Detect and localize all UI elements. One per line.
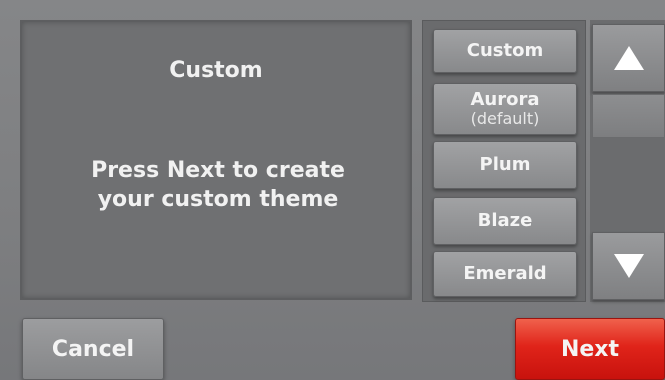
preview-title: Custom (169, 58, 263, 83)
theme-option-label: Plum (479, 154, 531, 175)
theme-option-label: Aurora (470, 89, 540, 110)
next-button[interactable]: Next (515, 318, 665, 380)
scroll-down-button[interactable] (592, 232, 665, 300)
theme-option-custom[interactable]: Custom (433, 29, 577, 73)
theme-option-emerald[interactable]: Emerald (433, 251, 577, 297)
theme-option-plum[interactable]: Plum (433, 141, 577, 189)
thermostat-screen: Custom Press Next to create your custom … (0, 0, 665, 380)
theme-option-label: Emerald (463, 263, 547, 284)
preview-message-line-1: Press Next to create (91, 158, 345, 183)
theme-preview-panel: Custom Press Next to create your custom … (20, 20, 412, 300)
theme-list-scrollbar[interactable] (590, 20, 665, 302)
triangle-down-icon (613, 254, 644, 278)
preview-message-line-2: your custom theme (97, 187, 339, 212)
theme-list: Custom Aurora (default) Plum Blaze Emera… (422, 20, 586, 302)
theme-option-blaze[interactable]: Blaze (433, 197, 577, 245)
scroll-up-button[interactable] (592, 24, 665, 92)
theme-option-aurora[interactable]: Aurora (default) (433, 83, 577, 135)
scroll-thumb[interactable] (592, 94, 665, 138)
theme-option-label: Custom (466, 40, 544, 61)
cancel-button[interactable]: Cancel (22, 318, 164, 380)
theme-option-sublabel: (default) (470, 109, 540, 128)
theme-option-label: Blaze (477, 210, 533, 231)
triangle-up-icon (613, 46, 644, 70)
preview-message: Press Next to create your custom theme (52, 156, 384, 214)
